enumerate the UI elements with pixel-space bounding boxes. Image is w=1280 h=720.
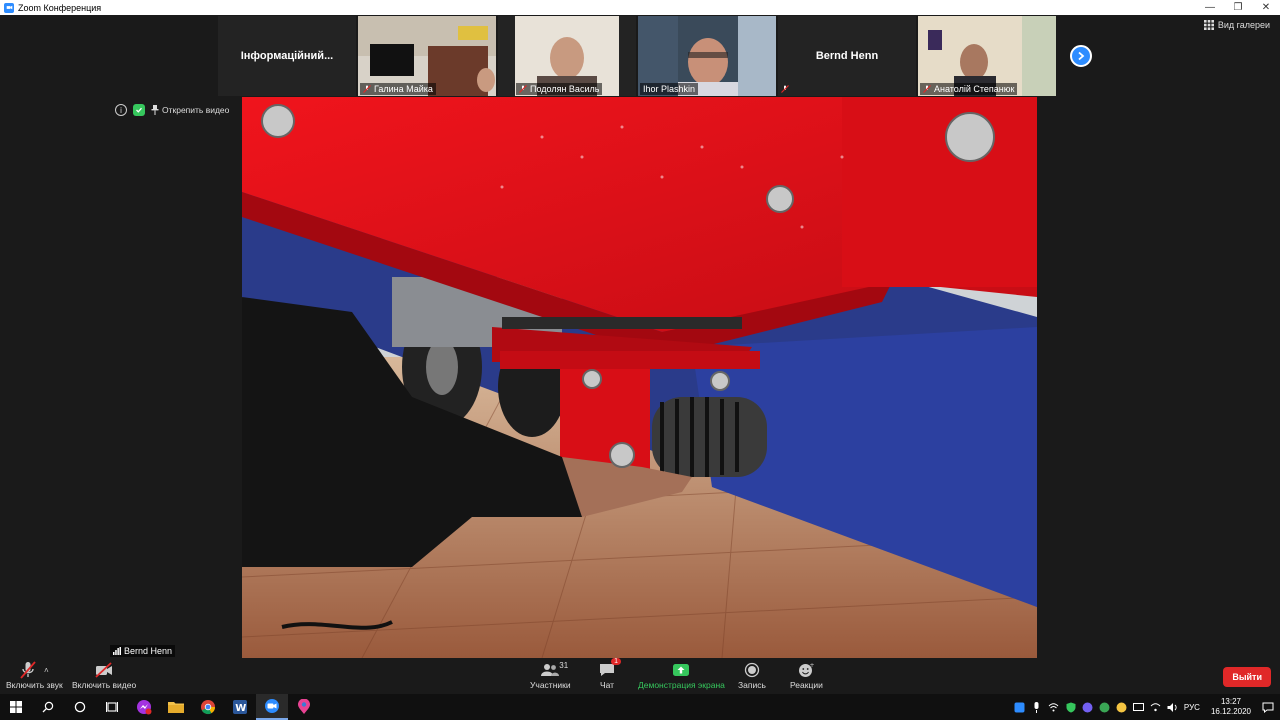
messenger-icon: [137, 700, 152, 715]
folder-icon: [168, 702, 184, 713]
antivirus-tray-icon[interactable]: [1099, 701, 1111, 713]
system-tray: РУС 13:27 16.12.2020: [1014, 694, 1280, 720]
restore-button[interactable]: ❐: [1224, 0, 1252, 15]
svg-text:W: W: [235, 703, 246, 714]
cortana-button[interactable]: [64, 694, 96, 720]
status-tray-icon[interactable]: [1116, 701, 1128, 713]
system-clock[interactable]: 13:27 16.12.2020: [1211, 697, 1251, 717]
participant-label: Подолян Василь: [516, 83, 603, 95]
participant-tile[interactable]: Bernd Henn: [778, 16, 916, 96]
notifications-icon[interactable]: [1262, 701, 1274, 713]
task-view-icon: [106, 702, 118, 712]
video-tools: i Открепить видео: [115, 104, 229, 116]
chrome-icon: [201, 700, 216, 715]
share-screen-icon: [673, 664, 690, 676]
mic-muted-icon: [923, 85, 931, 93]
unpin-video-button[interactable]: Открепить видео: [151, 105, 229, 115]
taskbar-app-zoom[interactable]: [256, 694, 288, 720]
windows-start-button[interactable]: [0, 694, 32, 720]
record-button[interactable]: Запись: [738, 660, 766, 690]
leave-meeting-button[interactable]: Выйти: [1223, 667, 1271, 687]
windows-taskbar: W РУС 13:27 16.12.2020: [0, 694, 1280, 720]
participants-icon: [541, 664, 560, 676]
video-off-icon: [95, 662, 113, 678]
participant-tile[interactable]: Анатолій Степанюк: [918, 16, 1056, 96]
participant-label: Ihor Plashkin: [640, 83, 699, 95]
pin-icon: [151, 105, 159, 115]
unmute-button[interactable]: ˄ Включить звук: [6, 660, 63, 690]
word-icon: W: [233, 700, 247, 714]
chat-badge: 1: [611, 658, 621, 665]
speaker-tray-icon[interactable]: [1167, 701, 1179, 713]
signal-icon: [113, 647, 121, 655]
participant-label: Анатолій Степанюк: [920, 83, 1018, 95]
title-bar: Zoom Конференция — ❐ ✕: [0, 0, 1280, 15]
share-screen-button[interactable]: Демонстрация экрана: [638, 660, 725, 690]
security-shield-tray-icon[interactable]: [1065, 701, 1077, 713]
participant-tile[interactable]: Ihor Plashkin: [638, 16, 776, 96]
chat-button[interactable]: 1 Чат: [599, 658, 621, 690]
mic-muted-icon: [781, 85, 789, 93]
start-video-button[interactable]: Включить видео: [72, 660, 136, 690]
participant-tile[interactable]: Подолян Василь: [498, 16, 636, 96]
active-speaker-tag: Bernd Henn: [110, 645, 176, 657]
meeting-control-bar: ˄ Включить звук Включить видео 31 Участн…: [0, 658, 1280, 694]
windows-logo-icon: [10, 701, 22, 713]
taskbar-search-button[interactable]: [32, 694, 64, 720]
mic-muted-icon: [519, 85, 527, 93]
participants-count: 31: [559, 661, 569, 670]
participants-button[interactable]: 31 Участники: [530, 660, 571, 690]
main-video: [242, 97, 1037, 658]
viber-tray-icon[interactable]: [1082, 701, 1094, 713]
taskbar-app-messenger[interactable]: [128, 694, 160, 720]
zoom-icon: [265, 699, 279, 713]
shield-icon[interactable]: [133, 104, 145, 116]
display-tray-icon[interactable]: [1133, 701, 1145, 713]
chat-icon: [600, 664, 614, 676]
participant-label: Галина Майка: [360, 83, 436, 95]
reactions-button[interactable]: + Реакции: [790, 660, 823, 690]
record-icon: [744, 662, 760, 678]
chevron-up-icon[interactable]: ˄: [44, 666, 49, 675]
smiley-icon: +: [799, 662, 815, 677]
mic-muted-icon: [363, 85, 371, 93]
wifi-tray-icon[interactable]: [1150, 701, 1162, 713]
cortana-icon: [74, 701, 86, 713]
chevron-right-icon: [1078, 51, 1085, 61]
map-pin-icon: [298, 699, 310, 714]
participant-thumbnail-strip: Інформаційний... Галина Майка Подолян Ва…: [218, 16, 1056, 96]
gallery-view-button[interactable]: Вид галереи: [1203, 20, 1270, 30]
taskbar-app-file-explorer[interactable]: [160, 694, 192, 720]
shared-video-frame: [242, 97, 1037, 658]
network-tray-icon[interactable]: [1048, 701, 1060, 713]
next-page-button[interactable]: [1070, 45, 1092, 67]
window-title: Zoom Конференция: [18, 2, 102, 13]
participant-tile[interactable]: Галина Майка: [358, 16, 496, 96]
minimize-button[interactable]: —: [1196, 0, 1224, 15]
participant-name: Bernd Henn: [815, 50, 879, 62]
task-view-button[interactable]: [96, 694, 128, 720]
search-icon: [42, 701, 54, 713]
taskbar-app-chrome[interactable]: [192, 694, 224, 720]
participant-tile[interactable]: Інформаційний...: [218, 16, 356, 96]
input-language[interactable]: РУС: [1184, 703, 1200, 712]
zoom-tray-icon[interactable]: [1014, 701, 1026, 713]
svg-text:+: +: [810, 662, 815, 669]
grid-icon: [1203, 20, 1214, 30]
taskbar-app-word[interactable]: W: [224, 694, 256, 720]
taskbar-app-maps[interactable]: [288, 694, 320, 720]
zoom-logo-icon: [4, 2, 14, 13]
mic-muted-icon: [20, 661, 36, 679]
info-icon[interactable]: i: [115, 104, 127, 116]
participant-name: Інформаційний...: [240, 50, 334, 62]
close-button[interactable]: ✕: [1252, 0, 1280, 15]
microphone-tray-icon[interactable]: [1031, 701, 1043, 713]
